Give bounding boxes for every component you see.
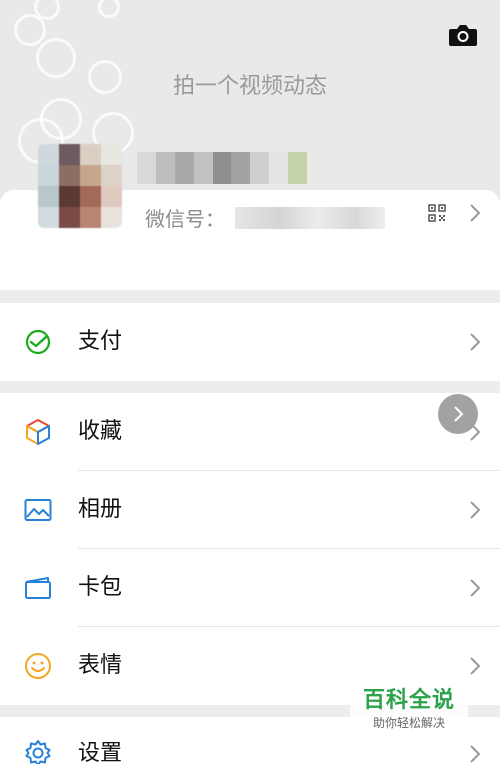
menu-item-album[interactable]: 相册 (0, 471, 500, 549)
main-menu-section: 收藏 相册 卡包 表情 (0, 393, 500, 705)
floating-assist-button[interactable] (438, 394, 478, 434)
moments-video-hint[interactable]: 拍一个视频动态 (0, 68, 500, 100)
menu-label: 表情 (78, 653, 123, 678)
menu-label: 支付 (78, 329, 123, 354)
watermark-logo: 百科全说 助你轻松解决 (350, 686, 468, 736)
chevron-right-icon (470, 501, 481, 519)
album-image-icon (24, 499, 52, 521)
menu-label: 收藏 (78, 419, 123, 444)
chevron-right-icon (470, 333, 481, 351)
settings-gear-icon (25, 740, 51, 764)
nickname-blurred (137, 152, 308, 184)
pay-section: 支付 (0, 303, 500, 381)
chevron-right-icon (470, 745, 481, 763)
bubble-decoration (40, 98, 82, 140)
wechat-id-label: 微信号： (145, 207, 225, 231)
menu-label: 设置 (78, 741, 123, 764)
wechat-id-row: 微信号： (145, 203, 385, 232)
watermark-title: 百科全说 (362, 688, 455, 713)
bubble-decoration (34, 0, 60, 20)
bubble-decoration (98, 0, 120, 18)
favorites-cube-icon (26, 419, 50, 445)
avatar[interactable] (38, 144, 122, 228)
wechat-id-value (235, 206, 385, 229)
watermark-subtitle: 助你轻松解决 (372, 716, 445, 730)
chevron-right-icon (470, 657, 481, 675)
camera-icon[interactable] (448, 22, 478, 48)
menu-item-cards[interactable]: 卡包 (0, 549, 500, 627)
qr-code-icon[interactable] (428, 204, 446, 222)
card-wallet-icon (25, 577, 51, 599)
menu-item-pay[interactable]: 支付 (0, 303, 500, 381)
chevron-right-icon[interactable] (468, 202, 482, 224)
chevron-right-icon (470, 579, 481, 597)
menu-item-favorites[interactable]: 收藏 (0, 393, 500, 471)
menu-label: 卡包 (78, 575, 123, 600)
wechat-pay-icon (25, 329, 51, 355)
sticker-smile-icon (25, 653, 51, 679)
chevron-right-icon (454, 406, 464, 422)
menu-label: 相册 (78, 497, 123, 522)
